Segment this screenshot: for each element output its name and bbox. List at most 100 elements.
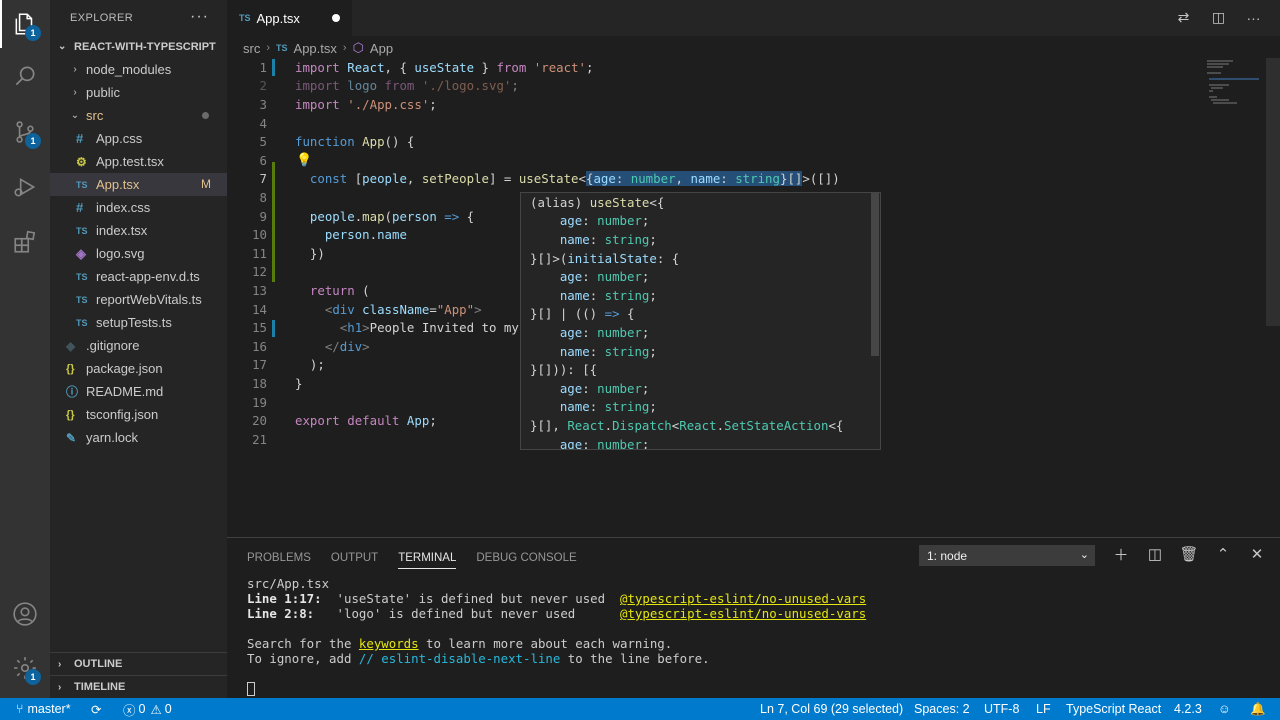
explorer-header: EXPLORER ···: [50, 0, 227, 35]
encoding[interactable]: UTF-8: [984, 698, 1019, 720]
yarn-file-icon: ✎: [66, 430, 77, 445]
code-line: 4: [259, 115, 267, 131]
unsaved-dot-icon[interactable]: [332, 14, 340, 22]
code-line: 7 const [people, setPeople] = useState<{…: [259, 171, 840, 187]
json-file-icon: {}: [66, 408, 75, 421]
tree-item-index-css[interactable]: # index.css: [50, 196, 227, 219]
hover-line: name: string;: [559, 231, 657, 247]
tree-item-label: node_modules: [86, 62, 172, 77]
typescript-file-icon: TS: [76, 271, 88, 282]
tree-item-yarn-lock[interactable]: ✎ yarn.lock: [50, 426, 227, 449]
code-line: 3 import './App.css';: [259, 96, 437, 112]
ts-version[interactable]: 4.2.3: [1174, 698, 1202, 720]
tree-item-gitignore[interactable]: ◆ .gitignore: [50, 334, 227, 357]
account-icon[interactable]: [0, 590, 50, 638]
breadcrumb-item[interactable]: App.tsx: [294, 41, 337, 56]
settings-gear-icon[interactable]: 1: [0, 644, 50, 692]
run-debug-icon[interactable]: [0, 163, 50, 211]
end-of-line[interactable]: LF: [1036, 698, 1051, 720]
tree-item-label: yarn.lock: [86, 430, 139, 445]
editor-tab-bar: TS App.tsx ⇄ ◫ ···: [227, 0, 1280, 36]
open-changes-icon[interactable]: ⇄: [1175, 9, 1192, 26]
explorer-badge: 1: [25, 25, 41, 41]
git-file-icon: ◆: [66, 338, 76, 353]
hover-line: age: number;: [559, 269, 650, 285]
tab-label: App.tsx: [256, 10, 300, 26]
tree-item-node-modules[interactable]: › node_modules: [50, 58, 227, 81]
vertical-scrollbar[interactable]: [1266, 58, 1280, 326]
tree-item-app-tsx[interactable]: TS App.tsx M: [50, 173, 227, 196]
tab-output[interactable]: OUTPUT: [331, 547, 378, 569]
tree-item-report-web-vitals[interactable]: TS reportWebVitals.ts: [50, 288, 227, 311]
timeline-section[interactable]: › TIMELINE: [50, 675, 227, 698]
hover-line: }[], React. Dispatch < React. SetStateAction…: [530, 417, 844, 433]
tree-item-label: setupTests.ts: [96, 315, 172, 330]
hover-line: age: number;: [559, 213, 650, 229]
hover-line: name: string;: [559, 399, 657, 415]
language-mode[interactable]: TypeScript React: [1066, 698, 1161, 720]
new-terminal-icon[interactable]: ＋: [1111, 544, 1131, 564]
indentation[interactable]: Spaces: 2: [914, 698, 970, 720]
tree-item-label: public: [86, 85, 120, 100]
hover-line: (alias) useState <{: [530, 194, 665, 210]
tree-item-src[interactable]: ⌄ src: [50, 104, 227, 127]
tree-item-react-app-env[interactable]: TS react-app-env.d.ts: [50, 265, 227, 288]
tree-item-readme[interactable]: ⓘ README.md: [50, 380, 227, 403]
tree-item-app-test[interactable]: ⚙ App.test.tsx: [50, 150, 227, 173]
terminal-line: [247, 681, 866, 696]
tree-item-setup-tests[interactable]: TS setupTests.ts: [50, 311, 227, 334]
tab-problems[interactable]: PROBLEMS: [247, 547, 311, 569]
tree-item-public[interactable]: › public: [50, 81, 227, 104]
lightbulb-icon[interactable]: 💡: [296, 152, 312, 168]
breadcrumb-item[interactable]: App: [370, 41, 393, 56]
modified-dot-icon: [202, 112, 209, 119]
tree-item-package-json[interactable]: {} package.json: [50, 357, 227, 380]
more-actions-icon[interactable]: ···: [190, 8, 209, 26]
notifications-bell-icon[interactable]: 🔔: [1250, 698, 1266, 720]
terminal-line: Line 2:8: 'logo' is defined but never us…: [247, 606, 867, 621]
more-actions-icon[interactable]: ···: [1245, 9, 1262, 26]
explorer-title: EXPLORER: [70, 11, 134, 24]
terminal-output[interactable]: src/App.tsx Line 1:17: 'useState' is def…: [247, 576, 866, 696]
tab-app-tsx[interactable]: TS App.tsx: [227, 0, 352, 36]
cursor-position[interactable]: Ln 7, Col 69 (29 selected): [760, 698, 903, 720]
typescript-file-icon: TS: [276, 43, 288, 53]
terminal-select[interactable]: 1: node ⌄: [919, 545, 1095, 566]
outline-section[interactable]: › OUTLINE: [50, 652, 227, 675]
project-folder-header[interactable]: ⌄ REACT-WITH-TYPESCRIPT: [50, 35, 227, 58]
tree-item-label: reportWebVitals.ts: [96, 292, 202, 307]
terminal-line: src/App.tsx: [247, 576, 330, 591]
tree-item-index-tsx[interactable]: TS index.tsx: [50, 219, 227, 242]
activity-bar: 1 1 1: [0, 0, 50, 698]
search-icon[interactable]: [0, 52, 50, 100]
tab-debug-console[interactable]: DEBUG CONSOLE: [476, 547, 576, 569]
tree-item-logo-svg[interactable]: ◈ logo.svg: [50, 242, 227, 265]
sync-icon[interactable]: ⟳: [91, 698, 101, 720]
branch-indicator[interactable]: ⑂ master*: [16, 698, 71, 720]
maximize-panel-icon[interactable]: ⌃: [1213, 544, 1233, 564]
tree-item-tsconfig[interactable]: {} tsconfig.json: [50, 403, 227, 426]
breadcrumb-item[interactable]: src: [243, 41, 260, 56]
split-editor-icon[interactable]: ◫: [1210, 9, 1227, 26]
chevron-right-icon: ›: [58, 658, 62, 670]
trash-icon[interactable]: 🗑: [1179, 544, 1199, 564]
tab-terminal[interactable]: TERMINAL: [398, 547, 457, 569]
problems-indicator[interactable]: ⓧ 0 ⚠ 0: [123, 698, 172, 720]
terminal-line: Search for the keywords to learn more ab…: [247, 636, 673, 651]
minimap[interactable]: [1205, 58, 1265, 138]
code-line: 2 import logo from './logo.svg';: [259, 78, 519, 94]
feedback-icon[interactable]: ☺: [1218, 698, 1231, 720]
close-icon[interactable]: ✕: [1247, 544, 1267, 564]
extensions-icon[interactable]: [0, 218, 50, 266]
hover-scrollbar[interactable]: [871, 193, 879, 356]
source-control-icon[interactable]: 1: [0, 108, 50, 156]
panel-actions: ＋ ◫ 🗑 ⌃ ✕: [1111, 544, 1267, 564]
split-terminal-icon[interactable]: ◫: [1145, 544, 1165, 564]
chevron-down-icon: ⌄: [70, 110, 80, 121]
tree-item-app-css[interactable]: # App.css: [50, 127, 227, 150]
error-icon: ⓧ: [123, 703, 136, 718]
code-line: 5 function App() {: [259, 134, 415, 150]
explorer-icon[interactable]: 1: [0, 0, 50, 48]
chevron-right-icon: ›: [73, 64, 77, 75]
